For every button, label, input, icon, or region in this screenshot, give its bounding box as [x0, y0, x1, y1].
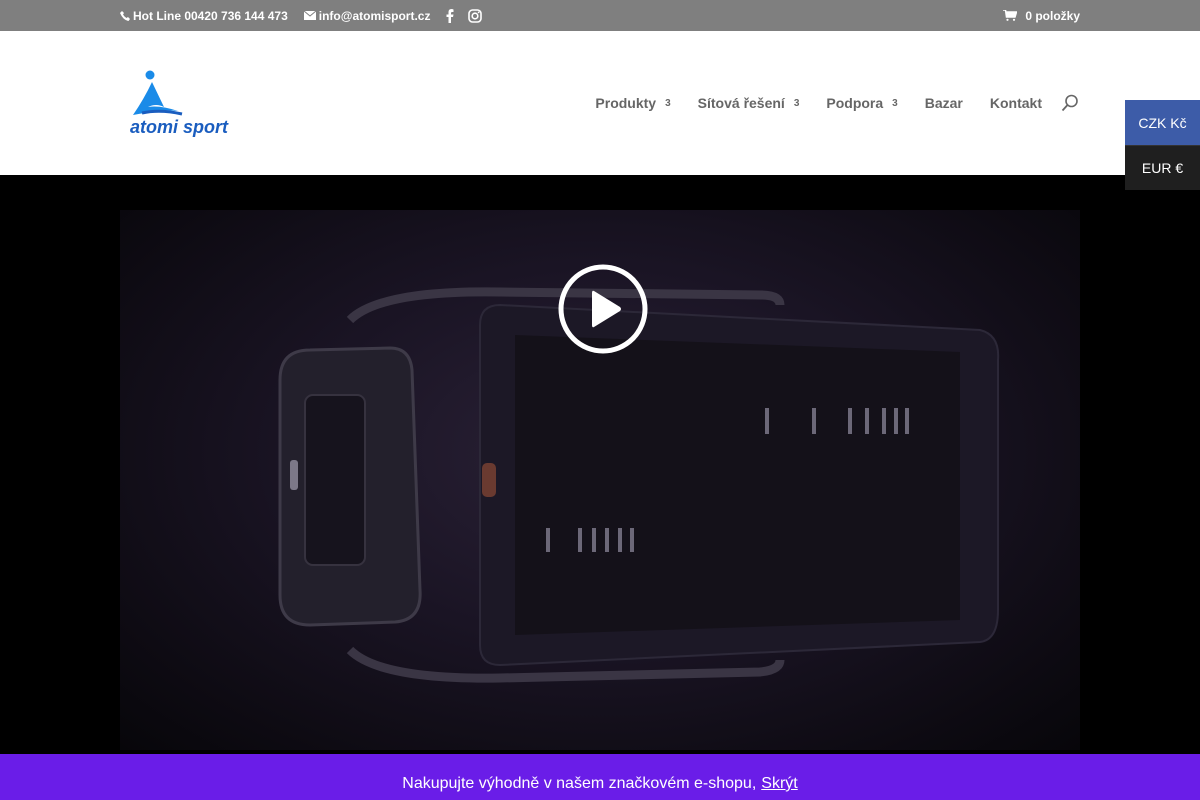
- hotline[interactable]: Hot Line 00420 736 144 473: [120, 9, 288, 23]
- nav-label: Podpora: [826, 95, 884, 111]
- currency-option-czk[interactable]: CZK Kč: [1125, 100, 1200, 145]
- top-bar: Hot Line 00420 736 144 473 info@atomispo…: [0, 0, 1200, 31]
- nav-label: Kontakt: [989, 95, 1042, 111]
- cart-count: 0 položky: [1025, 8, 1080, 23]
- envelope-icon: [303, 11, 316, 20]
- currency-switcher: CZK Kč EUR €: [1125, 100, 1200, 190]
- facebook-link[interactable]: [446, 8, 454, 23]
- currency-option-eur[interactable]: EUR €: [1125, 145, 1200, 190]
- search-icon: [1061, 94, 1078, 112]
- instagram-link[interactable]: [468, 8, 483, 23]
- nav-item-sitova-reseni[interactable]: Sítová řešení 3: [698, 95, 800, 111]
- nav-item-produkty[interactable]: Produkty 3: [595, 95, 670, 111]
- main-header: atomi sport Produkty 3 Sítová řešení 3 P…: [0, 31, 1200, 175]
- currency-label: EUR €: [1141, 160, 1184, 176]
- instagram-icon: [468, 8, 483, 23]
- cart-link[interactable]: 0 položky: [1003, 0, 1080, 31]
- chevron-down-icon: 3: [665, 97, 671, 109]
- nav-item-podpora[interactable]: Podpora 3: [826, 95, 897, 111]
- currency-label: CZK Kč: [1138, 114, 1187, 131]
- main-nav: Produkty 3 Sítová řešení 3 Podpora 3 Baz…: [568, 31, 1042, 175]
- chevron-down-icon: 3: [793, 97, 800, 109]
- phone-icon: [120, 10, 130, 21]
- atomi-sport-logo-icon: atomi sport: [130, 70, 229, 137]
- promo-bar: Nakupujte výhodně v našem značkovém e-sh…: [0, 754, 1200, 800]
- nav-label: Bazar: [924, 95, 963, 111]
- chevron-down-icon: 3: [892, 97, 898, 109]
- svg-text:atomi sport: atomi sport: [130, 117, 229, 137]
- promo-text: Nakupujte výhodně v našem značkovém e-sh…: [402, 775, 757, 792]
- hotline-text: Hot Line 00420 736 144 473: [133, 8, 288, 23]
- search-button[interactable]: [1061, 94, 1079, 117]
- hide-link[interactable]: Skrýt: [761, 775, 797, 793]
- email-text: info@atomisport.cz: [318, 8, 431, 23]
- email-link[interactable]: info@atomisport.cz: [303, 8, 431, 23]
- facebook-icon: [446, 8, 454, 23]
- nav-item-bazar[interactable]: Bazar: [925, 95, 963, 111]
- nav-item-kontakt[interactable]: Kontakt: [990, 95, 1042, 111]
- play-icon: [558, 264, 648, 354]
- nav-label: Produkty: [595, 95, 657, 111]
- logo[interactable]: atomi sport: [130, 69, 250, 137]
- play-button[interactable]: [558, 264, 648, 354]
- hero-video[interactable]: [0, 175, 1200, 754]
- cart-icon: [1003, 10, 1018, 21]
- nav-label: Sítová řešení: [697, 95, 785, 111]
